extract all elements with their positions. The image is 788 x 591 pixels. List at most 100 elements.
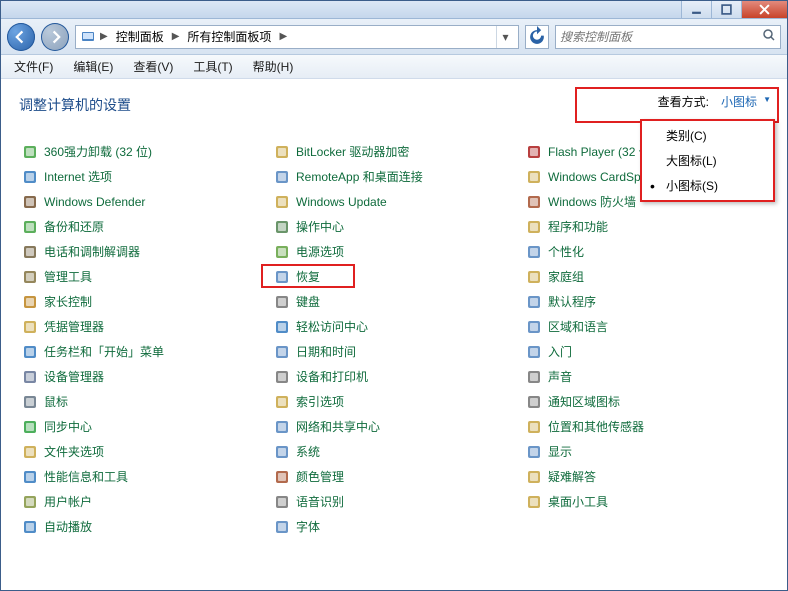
- cp-item-perf-tools[interactable]: 性能信息和工具: [19, 464, 265, 489]
- cardspace-icon: [525, 168, 542, 185]
- action-center-icon: [273, 218, 290, 235]
- cp-item-devices-printers[interactable]: 设备和打印机: [271, 364, 517, 389]
- cp-item-region-lang[interactable]: 区域和语言: [523, 314, 769, 339]
- device-manager-icon: [21, 368, 38, 385]
- breadcrumb-chevron-icon[interactable]: ▶: [170, 31, 182, 42]
- cp-item-label: 文件夹选项: [44, 443, 104, 460]
- windows-defender-icon: [21, 193, 38, 210]
- cp-item-windows-update[interactable]: Windows Update: [271, 189, 517, 214]
- sync-center-icon: [21, 418, 38, 435]
- view-option-small[interactable]: 小图标(S): [642, 173, 773, 198]
- cp-item-credential[interactable]: 凭据管理器: [19, 314, 265, 339]
- view-mode-area: 查看方式: 小图标: [658, 91, 775, 112]
- cp-item-recovery[interactable]: 恢复: [271, 264, 517, 289]
- view-mode-dropdown[interactable]: 小图标: [713, 91, 775, 112]
- cp-item-troubleshoot[interactable]: 疑难解答: [523, 464, 769, 489]
- cp-item-label: Internet 选项: [44, 168, 112, 185]
- address-dropdown-button[interactable]: ▾: [496, 26, 514, 48]
- cp-item-360-uninstall[interactable]: 360强力卸载 (32 位): [19, 139, 265, 164]
- cp-item-autoplay[interactable]: 自动播放: [19, 514, 265, 539]
- cp-item-label: Windows Defender: [44, 195, 145, 209]
- cp-item-system[interactable]: 系统: [271, 439, 517, 464]
- breadcrumb-chevron-icon[interactable]: ▶: [98, 31, 110, 42]
- cp-item-fonts[interactable]: 字体: [271, 514, 517, 539]
- cp-item-phone-modem[interactable]: 电话和调制解调器: [19, 239, 265, 264]
- refresh-button[interactable]: [525, 25, 549, 49]
- cp-item-label: 360强力卸载 (32 位): [44, 143, 152, 160]
- titlebar: [1, 1, 787, 19]
- cp-item-power-options[interactable]: 电源选项: [271, 239, 517, 264]
- breadcrumb-chevron-icon[interactable]: ▶: [277, 31, 289, 42]
- minimize-button[interactable]: [681, 1, 711, 18]
- menu-edit[interactable]: 编辑(E): [64, 55, 122, 78]
- date-time-icon: [273, 343, 290, 360]
- menu-tools[interactable]: 工具(T): [184, 55, 241, 78]
- cp-item-label: 电话和调制解调器: [44, 243, 140, 260]
- close-button[interactable]: [741, 1, 787, 18]
- cp-item-sync-center[interactable]: 同步中心: [19, 414, 265, 439]
- notification-icons-icon: [525, 393, 542, 410]
- cp-item-label: 位置和其他传感器: [548, 418, 644, 435]
- cp-item-sound[interactable]: 声音: [523, 364, 769, 389]
- cp-item-personalize[interactable]: 个性化: [523, 239, 769, 264]
- cp-item-getting-started[interactable]: 入门: [523, 339, 769, 364]
- cp-item-speech[interactable]: 语音识别: [271, 489, 517, 514]
- cp-item-taskbar-start[interactable]: 任务栏和「开始」菜单: [19, 339, 265, 364]
- cp-item-programs-features[interactable]: 程序和功能: [523, 214, 769, 239]
- search-box[interactable]: [555, 25, 781, 49]
- cp-item-default-programs[interactable]: 默认程序: [523, 289, 769, 314]
- cp-item-gadgets[interactable]: 桌面小工具: [523, 489, 769, 514]
- window-frame: ▶ 控制面板 ▶ 所有控制面板项 ▶ ▾ 文件(F) 编辑(E) 查看(V) 工…: [0, 0, 788, 591]
- forward-button[interactable]: [41, 23, 69, 51]
- cp-item-label: 设备管理器: [44, 368, 104, 385]
- cp-item-label: Windows Update: [296, 195, 387, 209]
- cp-item-color-mgmt[interactable]: 颜色管理: [271, 464, 517, 489]
- cp-item-label: 恢复: [296, 268, 320, 285]
- cp-item-internet-options[interactable]: Internet 选项: [19, 164, 265, 189]
- maximize-button[interactable]: [711, 1, 741, 18]
- cp-item-windows-defender[interactable]: Windows Defender: [19, 189, 265, 214]
- gadgets-icon: [525, 493, 542, 510]
- cp-item-display[interactable]: 显示: [523, 439, 769, 464]
- menubar: 文件(F) 编辑(E) 查看(V) 工具(T) 帮助(H): [1, 55, 787, 79]
- cp-item-label: 自动播放: [44, 518, 92, 535]
- cp-item-location-sensors[interactable]: 位置和其他传感器: [523, 414, 769, 439]
- menu-file[interactable]: 文件(F): [5, 55, 62, 78]
- cp-item-admin-tools[interactable]: 管理工具: [19, 264, 265, 289]
- indexing-icon: [273, 393, 290, 410]
- view-mode-menu: 类别(C) 大图标(L) 小图标(S): [640, 119, 775, 202]
- breadcrumb-control-panel[interactable]: 控制面板: [112, 28, 168, 45]
- cp-item-label: 家长控制: [44, 293, 92, 310]
- cp-item-parental[interactable]: 家长控制: [19, 289, 265, 314]
- cp-item-date-time[interactable]: 日期和时间: [271, 339, 517, 364]
- perf-tools-icon: [21, 468, 38, 485]
- search-input[interactable]: [560, 30, 776, 44]
- cp-item-remoteapp[interactable]: RemoteApp 和桌面连接: [271, 164, 517, 189]
- menu-help[interactable]: 帮助(H): [244, 55, 303, 78]
- ease-access-icon: [273, 318, 290, 335]
- view-option-category[interactable]: 类别(C): [642, 123, 773, 148]
- autoplay-icon: [21, 518, 38, 535]
- folder-options-icon: [21, 443, 38, 460]
- address-bar[interactable]: ▶ 控制面板 ▶ 所有控制面板项 ▶ ▾: [75, 25, 519, 49]
- breadcrumb-all-items[interactable]: 所有控制面板项: [183, 28, 275, 45]
- cp-item-folder-options[interactable]: 文件夹选项: [19, 439, 265, 464]
- cp-item-keyboard[interactable]: 键盘: [271, 289, 517, 314]
- cp-item-backup-restore[interactable]: 备份和还原: [19, 214, 265, 239]
- back-button[interactable]: [7, 23, 35, 51]
- cp-item-notification-icons[interactable]: 通知区域图标: [523, 389, 769, 414]
- recovery-icon: [273, 268, 290, 285]
- cp-item-device-manager[interactable]: 设备管理器: [19, 364, 265, 389]
- cp-item-indexing[interactable]: 索引选项: [271, 389, 517, 414]
- view-option-large[interactable]: 大图标(L): [642, 148, 773, 173]
- cp-item-bitlocker[interactable]: BitLocker 驱动器加密: [271, 139, 517, 164]
- cp-item-network-sharing[interactable]: 网络和共享中心: [271, 414, 517, 439]
- cp-item-action-center[interactable]: 操作中心: [271, 214, 517, 239]
- menu-view[interactable]: 查看(V): [124, 55, 182, 78]
- cp-item-user-accounts[interactable]: 用户帐户: [19, 489, 265, 514]
- taskbar-start-icon: [21, 343, 38, 360]
- cp-item-label: BitLocker 驱动器加密: [296, 143, 409, 160]
- cp-item-ease-access[interactable]: 轻松访问中心: [271, 314, 517, 339]
- cp-item-homegroup[interactable]: 家庭组: [523, 264, 769, 289]
- cp-item-mouse[interactable]: 鼠标: [19, 389, 265, 414]
